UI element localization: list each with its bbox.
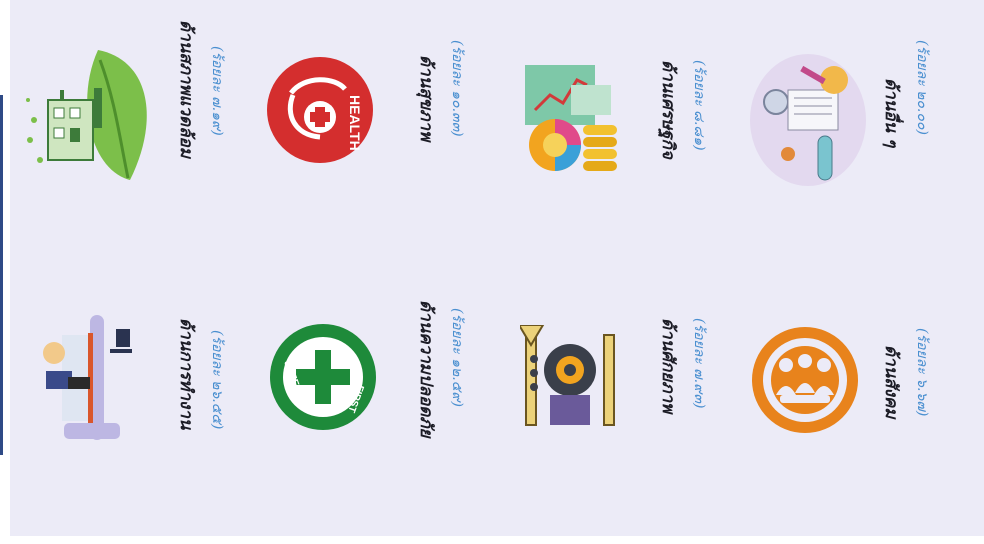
label-potential: ด้านศักยภาพ — [658, 318, 678, 414]
label-other: ด้านอื่น ๆ — [881, 78, 901, 148]
health-badge-text: HEALTH — [347, 95, 363, 151]
health-stethoscope-icon: HEALTH — [265, 55, 375, 165]
safety-first-icon: SAFETY FIRST — [268, 322, 378, 432]
bottom-margin — [0, 536, 984, 544]
accent-bar — [0, 95, 3, 455]
label-work: ด้านการทำงาน — [176, 318, 196, 430]
percent-potential: (ร้อยละ ๗.๙๓) — [691, 318, 707, 409]
percent-economy: (ร้อยละ ๘.๘๑) — [691, 60, 707, 151]
office-worker-icon — [40, 315, 150, 445]
label-safety: ด้านความปลอดภัย — [416, 300, 436, 438]
label-health: ด้านสุขภาพ — [416, 55, 436, 142]
percent-environment: (ร้อยละ ๗.๑๙) — [209, 46, 225, 136]
house-leaf-icon — [20, 40, 160, 190]
percent-safety: (ร้อยละ ๑๒.๕๙) — [449, 308, 465, 408]
gear-head-icon — [520, 325, 620, 435]
percent-work: (ร้อยละ ๒๖.๕๕) — [209, 330, 225, 430]
label-social: ด้านสังคม — [881, 345, 901, 419]
percent-social: (ร้อยละ ๖.๖๗) — [914, 328, 930, 417]
label-environment: ด้านสภาพแวดล้อม — [176, 20, 196, 158]
percent-health: (ร้อยละ ๑๐.๓๓) — [449, 40, 465, 137]
percent-other: (ร้อยละ ๒๐.๐๐) — [914, 40, 930, 135]
infographic: ด้านสภาพแวดล้อม (ร้อยละ ๗.๑๙) ด้านการทำง… — [0, 0, 984, 544]
people-group-icon — [750, 325, 860, 435]
label-economy: ด้านเศรษฐกิจ — [658, 60, 678, 159]
money-chart-icon — [515, 55, 625, 175]
science-tools-icon — [748, 50, 868, 190]
